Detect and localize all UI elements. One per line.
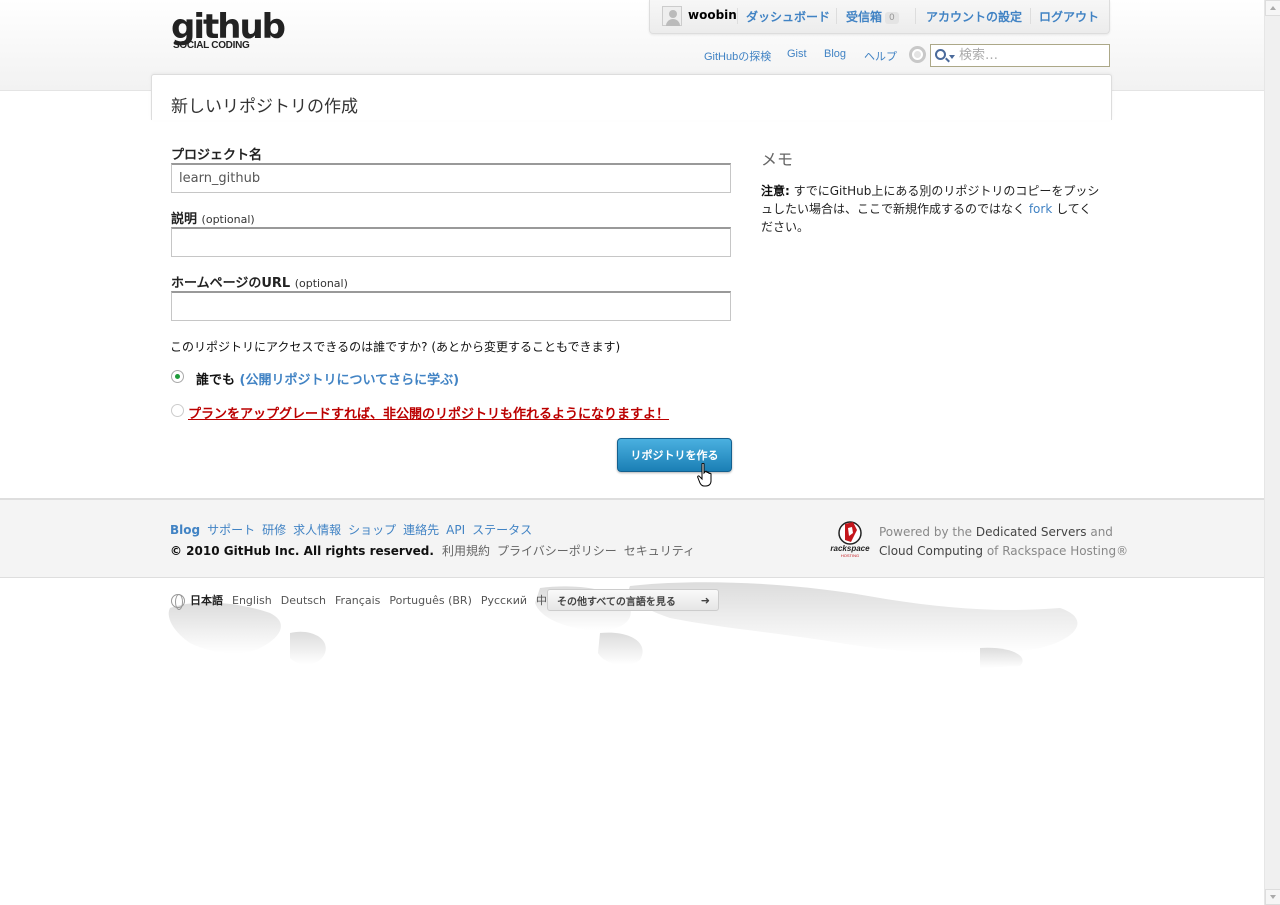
logout-link[interactable]: ログアウト [1039, 8, 1099, 25]
private-radio[interactable] [171, 404, 184, 417]
security-link[interactable]: セキュリティ [624, 544, 695, 558]
inbox-count-badge: 0 [885, 12, 899, 24]
footer-links: Blog サポート 研修 求人情報 ショップ 連絡先 API ステータス [170, 521, 539, 538]
optional-hint: (optional) [201, 213, 255, 226]
footer-link-contact[interactable]: 連絡先 [403, 523, 439, 537]
lang-deutsch[interactable]: Deutsch [281, 594, 326, 607]
memo-text: 注意: すでにGitHub上にある別のリポジトリのコピーをプッシュしたい場合は、… [761, 182, 1101, 236]
project-name-label: プロジェクト名 [171, 148, 263, 163]
lang-current: 日本語 [190, 594, 223, 607]
divider [836, 8, 837, 24]
more-languages-label: その他すべての言語を見る [557, 596, 676, 608]
memo-note-label: 注意: [761, 184, 790, 198]
page-title-box: 新しいリポジトリの作成 [151, 74, 1112, 120]
access-question: このリポジトリにアクセスできるのは誰ですか? (あとから変更することもできます) [170, 340, 621, 354]
public-learn-more-link[interactable]: (公開リポジトリについてさらに学ぶ) [240, 373, 460, 388]
description-label-text: 説明 [171, 212, 198, 227]
footer: Blog サポート 研修 求人情報 ショップ 連絡先 API ステータス © 2010 Git… [0, 498, 1264, 578]
scroll-down-icon[interactable] [1265, 889, 1280, 905]
footer-link-support[interactable]: サポート [207, 523, 255, 537]
create-repository-button[interactable]: リポジトリを作る [617, 438, 732, 472]
username-link[interactable]: woobin [688, 8, 737, 22]
chevron-down-icon[interactable] [949, 55, 955, 59]
language-bar: 日本語 English Deutsch Français Português (BR) Р… [171, 592, 567, 608]
footer-link-status[interactable]: ステータス [472, 523, 532, 537]
avatar[interactable] [662, 6, 682, 26]
copyright-line: © 2010 GitHub Inc. All rights reserved. 利… [170, 542, 702, 559]
search-box[interactable] [930, 44, 1110, 67]
project-name-input[interactable] [171, 163, 731, 193]
footer-link-shop[interactable]: ショップ [348, 523, 396, 537]
more-languages-button[interactable]: その他すべての言語を見る ➜ [547, 589, 719, 611]
powered-and: and [1086, 525, 1113, 539]
search-input[interactable] [959, 46, 1107, 65]
rackspace-logo-text: rackspace [830, 544, 870, 553]
rackspace-logo[interactable]: rackspace HOSTING [829, 520, 871, 558]
lang-english[interactable]: English [232, 594, 272, 607]
powered-text: Powered by the [879, 525, 976, 539]
divider [737, 8, 738, 24]
powered-rackspace: of Rackspace Hosting® [983, 544, 1129, 558]
nav-blog[interactable]: Blog [824, 48, 846, 60]
description-label: 説明 (optional) [171, 208, 255, 227]
divider [1030, 8, 1031, 24]
upgrade-plan-link[interactable]: プランをアップグレードすれば、非公開のリポジトリも作れるようになりますよ！ [188, 403, 669, 422]
optional-hint: (optional) [294, 277, 348, 290]
nav-gist[interactable]: Gist [787, 48, 807, 60]
scroll-up-icon[interactable] [1265, 0, 1280, 16]
hand-cursor-icon [697, 463, 712, 487]
fork-link[interactable]: fork [1029, 202, 1052, 216]
memo-title: メモ [761, 150, 794, 169]
dashboard-link[interactable]: ダッシュボード [746, 8, 830, 25]
inbox-link[interactable]: 受信箱 0 [846, 8, 899, 25]
divider [915, 8, 916, 24]
lang-russian[interactable]: Русский [481, 594, 527, 607]
search-icon[interactable] [935, 49, 946, 60]
homepage-label-text: ホームページのURL [171, 276, 291, 291]
homepage-label: ホームページのURL (optional) [171, 272, 348, 291]
privacy-link[interactable]: プライバシーポリシー [497, 544, 617, 558]
github-logo[interactable]: github SOCIAL CODING [171, 7, 286, 60]
page-title: 新しいリポジトリの作成 [171, 97, 358, 117]
terms-link[interactable]: 利用規約 [442, 544, 490, 558]
footer-link-blog[interactable]: Blog [170, 523, 200, 537]
public-label: 誰でも [196, 373, 236, 388]
footer-link-api[interactable]: API [446, 523, 465, 537]
gear-icon[interactable] [909, 46, 926, 63]
nav-help[interactable]: ヘルプ [864, 48, 897, 64]
copyright: © 2010 GitHub Inc. All rights reserved. [170, 544, 434, 558]
account-settings-link[interactable]: アカウントの設定 [926, 8, 1022, 25]
footer-link-jobs[interactable]: 求人情報 [293, 523, 341, 537]
rackspace-logo-sub: HOSTING [841, 553, 859, 558]
vertical-scrollbar[interactable] [1264, 0, 1280, 905]
homepage-url-input[interactable] [171, 291, 731, 321]
arrow-right-icon: ➜ [700, 594, 710, 607]
public-radio[interactable] [171, 370, 184, 383]
lang-francais[interactable]: Français [335, 594, 380, 607]
public-option-label: 誰でも (公開リポジトリについてさらに学ぶ) [196, 369, 459, 388]
footer-link-training[interactable]: 研修 [262, 523, 286, 537]
user-box: woobin ダッシュボード 受信箱 0 アカウントの設定 ログアウト [649, 0, 1110, 34]
description-input[interactable] [171, 227, 731, 257]
inbox-label: 受信箱 [846, 10, 883, 24]
lang-portuguese[interactable]: Português (BR) [389, 594, 472, 607]
nav-explore[interactable]: GitHubの探検 [704, 48, 771, 64]
powered-by: Powered by the Dedicated Servers and Clo… [879, 523, 1128, 561]
cloud-computing-link[interactable]: Cloud Computing [879, 544, 983, 558]
dedicated-servers-link[interactable]: Dedicated Servers [976, 525, 1087, 539]
logo-text: github [171, 7, 286, 47]
